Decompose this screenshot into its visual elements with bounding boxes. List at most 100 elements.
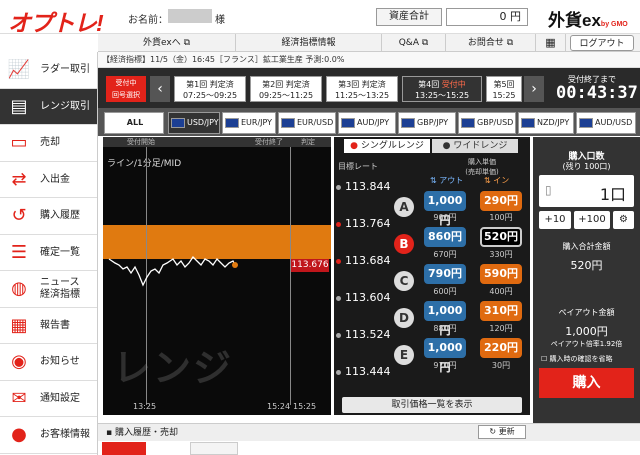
brand-name: 外貨ex — [548, 11, 601, 30]
in-price-d[interactable]: 310円 — [480, 301, 522, 321]
out-price-e[interactable]: 1,000円 — [424, 338, 466, 374]
in-price-e[interactable]: 220円 — [480, 338, 522, 358]
buy-button[interactable]: 購入 — [539, 368, 634, 398]
level-value: 113.524 — [345, 328, 391, 341]
tab-eurusd[interactable]: EUR/USD — [278, 112, 336, 134]
out-price-c[interactable]: 790円 — [424, 264, 466, 284]
level-value: 113.684 — [345, 254, 391, 267]
flag-icon — [281, 117, 295, 128]
tab-gbpusd[interactable]: GBP/USD — [458, 112, 516, 134]
plus-100-button[interactable]: +100 — [574, 211, 610, 229]
flag-icon — [461, 117, 475, 128]
next-round-button[interactable]: › — [524, 76, 544, 102]
level-dot — [336, 184, 341, 190]
history-tab-1[interactable] — [102, 442, 146, 455]
round-1[interactable]: 第1回 判定済 07:25〜09:25 — [174, 76, 246, 102]
out-sell-d: 880円 — [433, 324, 457, 333]
in-sell-b: 330円 — [489, 250, 513, 259]
calculator-icon[interactable]: ▦ — [536, 34, 566, 52]
round-3[interactable]: 第3回 判定済 11:25〜13:25 — [326, 76, 398, 102]
tab-label: ワイドレンジ — [453, 141, 508, 151]
price-chart[interactable]: 受付開始 受付終了 判定 ライン/1分足/MID レンジ 113.676 13:… — [103, 137, 331, 415]
sidebar-item-notice[interactable]: ◉ お知らせ — [0, 344, 97, 381]
nav-gaika[interactable]: 外貨exへ ⧉ — [98, 34, 236, 52]
notice-icon: ◉ — [11, 351, 27, 372]
list-icon: ☰ — [10, 241, 28, 263]
refresh-button[interactable]: ↻ 更新 — [478, 425, 526, 439]
in-price-a[interactable]: 290円 — [480, 191, 522, 211]
sidebar-item-label: 売却 — [40, 137, 60, 148]
gear-icon[interactable]: ⚙ — [613, 211, 634, 229]
total-value: 520円 — [570, 259, 603, 272]
tab-audjpy[interactable]: AUD/JPY — [338, 112, 396, 134]
rate-level: 113.604 — [336, 291, 391, 304]
sidebar-item-news[interactable]: ◍ ニュース 経済指標 — [0, 271, 97, 308]
brand-sub: by GMO — [600, 21, 628, 28]
nav-contact[interactable]: お問合せ ⧉ — [446, 34, 536, 52]
tab-audusd[interactable]: AUD/USD — [576, 112, 636, 134]
sidebar-item-report[interactable]: ▦ 報告書 — [0, 308, 97, 344]
round-live-badge: 受付中 回号選択 — [106, 76, 146, 102]
out-price-d[interactable]: 1,000円 — [424, 301, 466, 337]
refresh-label: 更新 — [498, 427, 515, 436]
sidebar-item-transfer[interactable]: ⇄ 入出金 — [0, 162, 97, 198]
level-dot — [336, 332, 341, 338]
round-title: 第1回 判定済 — [186, 80, 234, 89]
sidebar-item-customer[interactable]: ● お客様情報 — [0, 417, 97, 454]
tab-nzdjpy[interactable]: NZD/JPY — [518, 112, 574, 134]
sidebar-item-ladder[interactable]: 📈 ラダー取引 — [0, 52, 97, 89]
round-5[interactable]: 第5回 15:25 — [486, 76, 522, 102]
out-price-a[interactable]: 1,000円 — [424, 191, 466, 227]
radio-off-icon: ● — [442, 141, 451, 151]
out-arrow-icon: ⇅ — [430, 176, 437, 185]
sidebar-item-label: お知らせ — [40, 356, 80, 367]
rate-panel: ● シングルレンジ ● ワイドレンジ 目標レート 購入単価 (売却単価) ⇅ ア… — [334, 137, 530, 415]
sidebar-item-notify-settings[interactable]: ✉ 通知設定 — [0, 381, 97, 417]
nav-qa[interactable]: Q&A ⧉ — [382, 34, 446, 52]
prev-round-button[interactable]: ‹ — [150, 76, 170, 102]
skip-confirm-checkbox[interactable]: ☐ 購入時の確認を省略 — [541, 354, 613, 364]
qty-field[interactable]: ▯ 1口 — [539, 175, 634, 207]
sidebar-item-range[interactable]: ▤ レンジ取引 — [0, 88, 97, 125]
logout-button[interactable]: ログアウト — [570, 35, 634, 51]
sidebar-item-settled[interactable]: ☰ 確定一覧 — [0, 235, 97, 271]
tab-gbpjpy[interactable]: GBP/JPY — [398, 112, 456, 134]
tab-all[interactable]: ALL — [104, 112, 164, 134]
round-time: 13:25〜15:25 — [414, 91, 470, 100]
news-ticker[interactable]: 【経済指標】11/5（金）16:45［フランス］鉱工業生産 予測:0.0% — [98, 52, 640, 68]
level-dot — [336, 258, 341, 264]
ladder-chart-icon: 📈 — [7, 59, 31, 80]
tab-wide-range[interactable]: ● ワイドレンジ — [432, 139, 518, 153]
round-4[interactable]: 第4回 受付中 13:25〜15:25 — [402, 76, 482, 102]
nav-economic[interactable]: 経済指標情報 — [236, 34, 382, 52]
flag-icon — [579, 117, 593, 128]
sidebar-item-history[interactable]: ↺ 購入履歴 — [0, 198, 97, 235]
show-price-list-button[interactable]: 取引価格一覧を表示 — [342, 397, 522, 413]
out-sell-c: 600円 — [433, 287, 457, 296]
in-sell-a: 100円 — [489, 213, 513, 222]
history-icon: ↺ — [11, 205, 27, 226]
history-collapse-icon[interactable]: ▪ — [106, 428, 112, 438]
brand-logo[interactable]: 外貨exby GMO — [548, 6, 628, 31]
sidebar-item-label: 購入履歴 — [40, 210, 80, 221]
round-2[interactable]: 第2回 判定済 09:25〜11:25 — [250, 76, 322, 102]
in-price-b[interactable]: 520円 — [480, 227, 522, 247]
asset-value: 0 円 — [446, 8, 528, 26]
rate-level: 113.764 — [336, 217, 391, 230]
tab-usdjpy[interactable]: USD/JPY — [168, 112, 220, 134]
in-price-c[interactable]: 590円 — [480, 264, 522, 284]
radio-on-icon: ● — [350, 141, 358, 151]
out-price-b[interactable]: 860円 — [424, 227, 466, 247]
plus-10-button[interactable]: +10 — [539, 211, 571, 229]
app-logo[interactable]: オプトレ! — [8, 4, 104, 38]
current-price: 113.676 — [291, 259, 329, 272]
in-sell-c: 400円 — [489, 287, 513, 296]
tab-eurjpy[interactable]: EUR/JPY — [222, 112, 276, 134]
level-value: 113.444 — [345, 365, 391, 378]
pair-label: GBP/JPY — [417, 118, 449, 127]
sidebar-item-sell[interactable]: ▭ 売却 — [0, 125, 97, 162]
out-sell-a: 900円 — [433, 213, 457, 222]
countdown-timer: 00:43:37 — [556, 83, 638, 103]
tab-single-range[interactable]: ● シングルレンジ — [344, 139, 430, 153]
history-tab-2[interactable] — [190, 442, 238, 455]
